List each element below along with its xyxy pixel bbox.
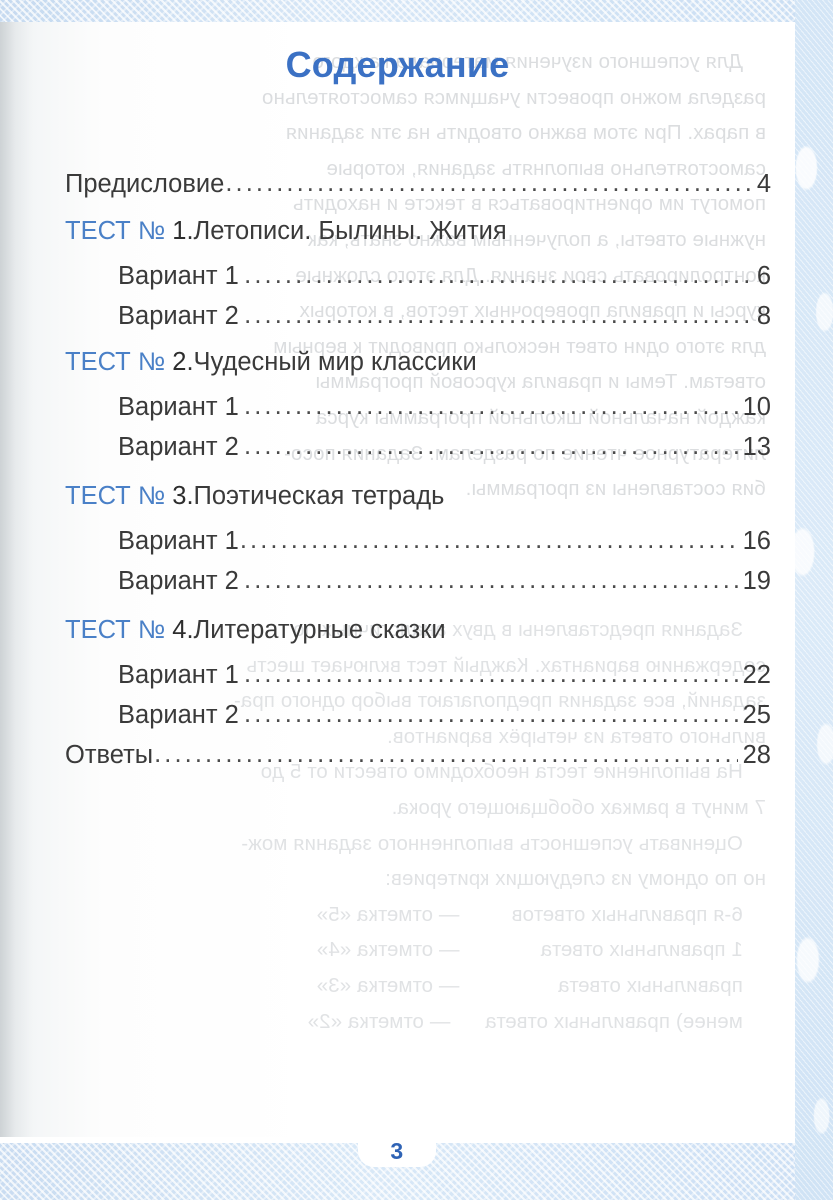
- dot-leader: [240, 526, 738, 555]
- toc-heading-test-2: ТЕСТ № 2. Чудесный мир классики: [65, 348, 771, 393]
- dot-leader: [244, 700, 738, 729]
- toc-entry-page: 6: [756, 262, 771, 290]
- dot-leader: [225, 169, 754, 198]
- toc-heading-number: 4.: [172, 616, 194, 644]
- dot-leader: [244, 566, 738, 595]
- toc-entry-page: 19: [742, 567, 771, 595]
- table-of-contents: Содержание Предисловие 4 ТЕСТ № 1. Летоп…: [0, 0, 795, 1137]
- toc-entry-label: Вариант 1: [118, 393, 239, 421]
- toc-heading-number: 3.: [172, 482, 194, 510]
- toc-heading-keyword: ТЕСТ №: [65, 616, 166, 644]
- dot-leader: [154, 740, 738, 769]
- toc-entry-test2-variant1[interactable]: Вариант 1 10: [65, 393, 771, 433]
- dot-leader: [244, 392, 738, 421]
- toc-entry-answers[interactable]: Ответы 28: [65, 741, 771, 782]
- toc-heading-test-1: ТЕСТ № 1. Летописи. Былины. Жития: [65, 217, 771, 262]
- toc-entry-test1-variant1[interactable]: Вариант 1 6: [65, 262, 771, 302]
- toc-entry-test2-variant2[interactable]: Вариант 2 13: [65, 433, 771, 473]
- book-page: Для успешного изучения материала каждого…: [0, 0, 833, 1200]
- toc-heading-test-3: ТЕСТ № 3. Поэтическая тетрадь: [65, 482, 771, 527]
- toc-entry-label: Вариант 2: [118, 567, 239, 595]
- toc-heading-label: Летописи. Былины. Жития: [193, 217, 507, 245]
- toc-entry-test4-variant1[interactable]: Вариант 1 22: [65, 661, 771, 701]
- toc-heading-keyword: ТЕСТ №: [65, 482, 166, 510]
- toc-heading-test-4: ТЕСТ № 4. Литературные сказки: [65, 616, 771, 661]
- toc-entry-label: Вариант 1: [118, 661, 239, 689]
- toc-entry-page: 10: [742, 393, 771, 421]
- decorative-border-right: [795, 0, 833, 1200]
- toc-entry-test3-variant1[interactable]: Вариант 1 16: [65, 527, 771, 567]
- toc-entry-page: 13: [742, 433, 771, 461]
- toc-entry-label: Вариант 2: [118, 302, 239, 330]
- toc-entry-label: Предисловие: [65, 170, 225, 198]
- toc-entry-label: Вариант 1: [118, 262, 239, 290]
- toc-entry-page: 22: [742, 661, 771, 689]
- dot-leader: [244, 432, 738, 461]
- toc-heading-label: Поэтическая тетрадь: [193, 482, 445, 510]
- toc-entry-page: 25: [742, 701, 771, 729]
- page-title: Содержание: [285, 44, 510, 85]
- toc-entry-page: 8: [756, 302, 771, 330]
- toc-entry-list: Предисловие 4 ТЕСТ № 1. Летописи. Былины…: [65, 170, 771, 782]
- toc-heading-label: Литературные сказки: [193, 616, 446, 644]
- toc-heading-keyword: ТЕСТ №: [65, 348, 166, 376]
- toc-entry-test4-variant2[interactable]: Вариант 2 25: [65, 701, 771, 741]
- dot-leader: [244, 301, 754, 330]
- toc-entry-page: 28: [742, 741, 771, 769]
- toc-entry-label: Вариант 2: [118, 701, 239, 729]
- dot-leader: [244, 261, 754, 290]
- toc-heading-number: 2.: [172, 348, 194, 376]
- toc-entry-test1-variant2[interactable]: Вариант 2 8: [65, 302, 771, 342]
- toc-entry-preface[interactable]: Предисловие 4: [65, 170, 771, 211]
- toc-entry-page: 16: [742, 527, 771, 555]
- toc-entry-test3-variant2[interactable]: Вариант 2 19: [65, 567, 771, 607]
- toc-heading-label: Чудесный мир классики: [193, 348, 477, 376]
- toc-heading-keyword: ТЕСТ №: [65, 217, 166, 245]
- toc-entry-label: Вариант 2: [118, 433, 239, 461]
- toc-entry-page: 4: [756, 170, 771, 198]
- toc-heading-number: 1.: [172, 217, 194, 245]
- toc-entry-label: Вариант 1: [118, 527, 239, 555]
- page-number: 3: [390, 1138, 404, 1164]
- toc-entry-label: Ответы: [65, 741, 154, 769]
- dot-leader: [244, 660, 738, 689]
